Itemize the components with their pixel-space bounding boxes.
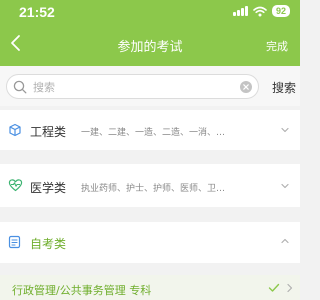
chevron-down-icon (281, 127, 289, 133)
done-button[interactable]: 完成 (266, 38, 288, 54)
chevron-up-icon (281, 238, 289, 244)
search-icon (13, 80, 27, 94)
search-button[interactable]: 搜索 (272, 79, 296, 96)
category-title: 医学类 (30, 181, 67, 195)
clear-icon[interactable] (240, 81, 252, 93)
status-time: 21:52 (19, 4, 55, 20)
chevron-right-icon (287, 283, 293, 293)
category-row-engineering[interactable]: 工程类 一建、二建、一造、二造、一消、… (0, 110, 300, 150)
category-card-self-study: 自考类 (0, 222, 300, 263)
page-title: 参加的考试 (117, 40, 183, 55)
cellular-signal-icon (233, 6, 248, 16)
search-input[interactable] (33, 78, 233, 96)
document-icon (8, 235, 21, 249)
category-title: 工程类 (30, 125, 67, 139)
cube-icon (9, 123, 21, 137)
status-indicators: 92 (233, 5, 290, 17)
chevron-down-icon (281, 183, 289, 189)
list-item-label: 行政管理/公共事务管理 专科 (12, 284, 152, 297)
header-bar: 21:52 92 参加的考试 完成 (0, 0, 300, 66)
checkmark-icon (268, 283, 280, 292)
search-bar: 搜索 (0, 66, 300, 106)
wifi-icon (253, 6, 267, 16)
category-card-medical: 医学类 执业药师、护士、护师、医师、卫… (0, 164, 300, 207)
search-field-container[interactable] (6, 74, 259, 99)
category-subtitle: 执业药师、护士、护师、医师、卫… (81, 184, 226, 194)
category-card-engineering: 工程类 一建、二建、一造、二造、一消、… (0, 110, 300, 150)
category-title: 自考类 (30, 237, 67, 251)
battery-indicator: 92 (271, 5, 290, 17)
list-item-selected[interactable]: 行政管理/公共事务管理 专科 (0, 275, 300, 300)
category-row-self-study[interactable]: 自考类 (0, 222, 300, 263)
category-subtitle: 一建、二建、一造、二造、一消、… (81, 128, 226, 138)
category-row-medical[interactable]: 医学类 执业药师、护士、护师、医师、卫… (0, 164, 300, 207)
heartbeat-icon (8, 179, 23, 192)
